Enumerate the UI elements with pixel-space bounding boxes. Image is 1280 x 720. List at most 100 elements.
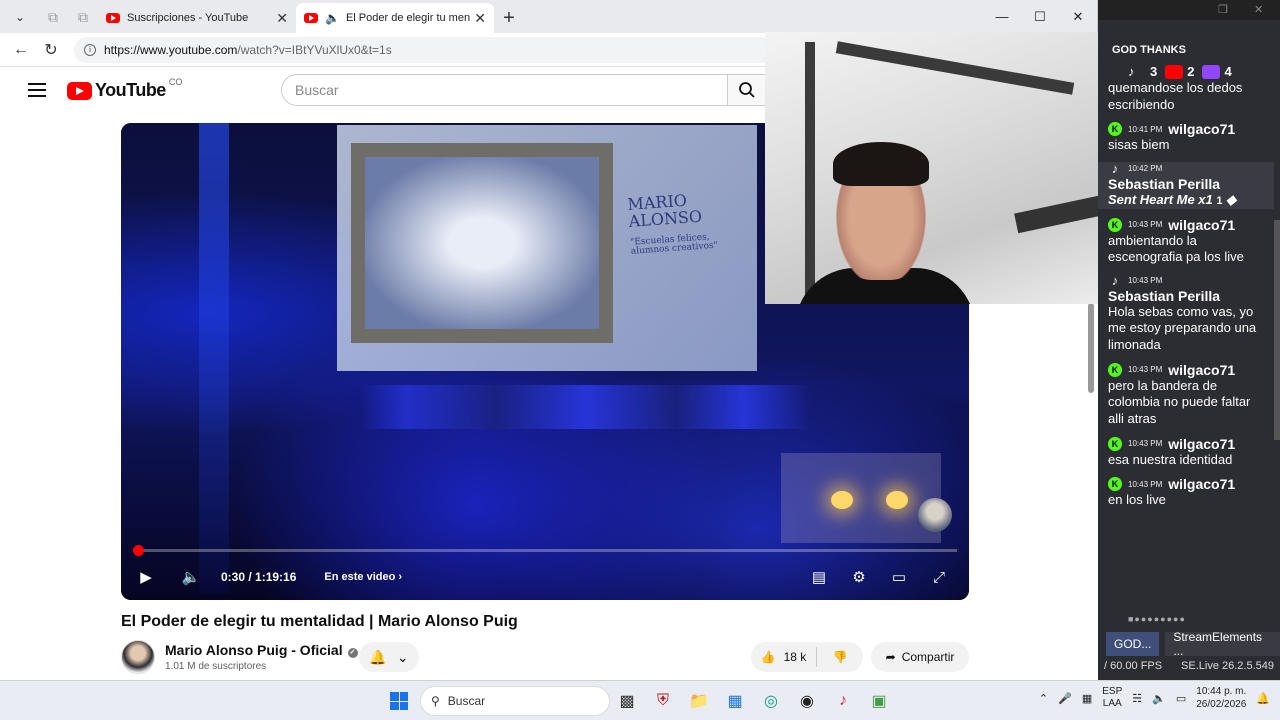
system-tray: ⌃ 🎤 ▦ ESP LAA ☵ 🔈 ▭ 10:44 p. m. 26/02/20… xyxy=(1039,685,1270,711)
tiktok-icon: ♪ xyxy=(1128,64,1135,79)
tab-video[interactable]: 🔈 El Poder de elegir tu mentalida ✕ xyxy=(296,3,494,33)
terminal-app-icon[interactable]: ▩ xyxy=(612,687,642,715)
fullscreen-icon[interactable]: ⤢ xyxy=(925,559,953,595)
hamburger-menu-icon[interactable] xyxy=(28,83,46,97)
kick-icon: K xyxy=(1108,436,1122,451)
youtube-wordmark: YouTube xyxy=(95,80,166,100)
chat-time: 10:43 PM xyxy=(1128,365,1163,375)
platform-viewer-counts: ♪ 3 2 4 xyxy=(1128,64,1232,79)
tab-label: El Poder de elegir tu mentalida xyxy=(345,12,471,24)
tiktok-icon: ♪ xyxy=(1111,161,1119,177)
chat-time: 10:41 PM xyxy=(1128,124,1163,134)
panel-label: GOD THANKS xyxy=(1112,44,1186,56)
gift-count: 1 xyxy=(1216,194,1223,207)
edge-browser-icon[interactable]: ◎ xyxy=(756,687,786,715)
subscription-bell-button[interactable]: 🔔 ⌄ xyxy=(359,642,419,672)
kick-icon: K xyxy=(1108,122,1122,137)
status-bar: / 60.00 FPS SE.Live 26.2.5.549 xyxy=(1098,660,1280,680)
windows-start-icon[interactable] xyxy=(390,692,408,710)
share-button[interactable]: ➦ Compartir xyxy=(871,642,969,672)
reload-icon[interactable]: ↻ xyxy=(36,35,66,65)
search-button[interactable] xyxy=(727,74,767,106)
youtube-favicon-icon xyxy=(304,13,318,23)
search-input[interactable]: Buscar xyxy=(281,74,728,106)
clock[interactable]: 10:44 p. m. 26/02/2026 xyxy=(1196,685,1246,711)
back-arrow-icon[interactable]: ← xyxy=(6,35,36,65)
stream-app-icon[interactable]: ▣ xyxy=(864,687,894,715)
youtube-logo[interactable]: YouTube CO xyxy=(67,77,182,101)
close-window-icon[interactable]: ✕ xyxy=(1059,0,1097,33)
language-indicator[interactable]: ESP LAA xyxy=(1102,686,1122,710)
dock-tab-streamelements[interactable]: StreamElements ... xyxy=(1165,630,1280,658)
person-hair xyxy=(833,142,929,186)
maximize-icon[interactable]: ☐ xyxy=(1021,0,1059,33)
clock-date: 26/02/2026 xyxy=(1196,699,1247,710)
like-count: 18 k xyxy=(783,650,807,664)
pinned-tab-icon[interactable]: ⧉ xyxy=(38,4,68,30)
wifi-icon[interactable]: ☵ xyxy=(1132,692,1142,705)
chapters-label: En este video xyxy=(324,571,396,583)
speaker-icon[interactable]: 🔈 xyxy=(325,11,340,25)
taskbar-search[interactable]: ⚲ Buscar xyxy=(420,686,610,716)
player-controls: ▶ 🔈 0:30 / 1:19:16 En este video › ▤ ⚙ ▭… xyxy=(121,554,969,600)
channel-avatar[interactable] xyxy=(121,640,155,674)
youtube-count: 2 xyxy=(1165,64,1194,79)
stage-table xyxy=(781,453,941,543)
like-button[interactable]: 👍 18 k xyxy=(751,647,817,667)
panel-restore-icon[interactable]: ❐ xyxy=(1218,3,1228,16)
chat-user: Sebastian Perilla xyxy=(1108,175,1221,192)
chapters-button[interactable]: En este video › xyxy=(324,571,402,583)
tab-subscriptions[interactable]: Suscripciones - YouTube ✕ xyxy=(98,3,296,33)
panel-close-icon[interactable]: ✕ xyxy=(1254,3,1263,16)
chat-user: wilgaco71 xyxy=(1168,435,1236,452)
volume-icon[interactable]: 🔈 xyxy=(171,559,211,595)
progress-bar[interactable] xyxy=(133,545,957,556)
emoji-bar-icon[interactable]: ■●●●●●●●● xyxy=(1128,614,1186,624)
panel-scrollbar[interactable] xyxy=(1274,220,1280,440)
settings-gear-icon[interactable]: ⚙ xyxy=(845,559,873,595)
chat-message-gift: ♪ 10:42 PM Sebastian Perilla Sent Heart M… xyxy=(1098,161,1274,209)
volume-tray-icon[interactable]: 🔈 xyxy=(1152,692,1166,705)
chat-message: K 10:43 PM wilgaco71 en los live xyxy=(1108,476,1264,509)
chat-text: ambientando la escenografia pa los live xyxy=(1108,232,1244,265)
url-field[interactable]: i https://www.youtube.com/watch?v=IBtYVu… xyxy=(74,36,774,63)
dock-tabs: GOD... StreamElements ... xyxy=(1106,630,1280,658)
kick-icon: K xyxy=(1108,362,1122,377)
channel-watermark-avatar[interactable] xyxy=(918,498,952,532)
twitch-icon xyxy=(1202,64,1221,79)
theater-mode-icon[interactable]: ▭ xyxy=(885,559,913,595)
battery-icon[interactable]: ▭ xyxy=(1176,692,1186,705)
projected-picture-frame xyxy=(351,143,613,343)
dislike-button[interactable]: 👎 xyxy=(817,650,863,664)
chat-text: Hola sebas como vas, yo me estoy prepara… xyxy=(1108,303,1257,352)
page-scrollbar[interactable] xyxy=(1088,303,1094,393)
chat-text: sisas biem xyxy=(1108,137,1170,153)
tab-close-icon[interactable]: ✕ xyxy=(276,10,288,27)
microphone-icon[interactable]: 🎤 xyxy=(1058,692,1072,705)
tiktok-live-app-icon[interactable]: ♪ xyxy=(828,687,858,715)
dock-tab-god[interactable]: GOD... xyxy=(1106,632,1160,656)
site-info-icon[interactable]: i xyxy=(84,43,96,56)
tab-strip: ⌄ ⧉ ⧉ Suscripciones - YouTube ✕ 🔈 El Pod… xyxy=(0,0,1097,33)
channel-name[interactable]: Mario Alonso Puig - Oficial ✓ xyxy=(165,642,358,658)
play-icon[interactable]: ▶ xyxy=(121,559,171,595)
tray-chevron-up-icon[interactable]: ⌃ xyxy=(1039,692,1048,705)
thumbs-down-icon: 👎 xyxy=(832,650,848,664)
minimize-icon[interactable]: — xyxy=(983,0,1021,33)
twitch-count-value: 4 xyxy=(1224,64,1232,79)
tab-close-icon[interactable]: ✕ xyxy=(474,10,486,27)
obs-app-icon[interactable]: ◉ xyxy=(792,687,822,715)
share-label: Compartir xyxy=(901,650,955,664)
network-app-icon[interactable]: ▦ xyxy=(1082,692,1092,705)
twitch-count: 4 xyxy=(1202,64,1232,79)
store-app-icon[interactable]: ▦ xyxy=(720,687,750,715)
notifications-icon[interactable]: 🔔 xyxy=(1256,692,1270,705)
shield-app-icon[interactable]: ⛨ xyxy=(648,687,678,715)
pinned-tab-icon-2[interactable]: ⧉ xyxy=(68,4,98,30)
new-tab-plus-icon[interactable]: + xyxy=(494,3,524,33)
file-explorer-icon[interactable]: 📁 xyxy=(684,687,714,715)
stage-lamp xyxy=(831,491,853,509)
subtitles-icon[interactable]: ▤ xyxy=(805,559,833,595)
stream-chat-panel: ❐ ✕ GOD THANKS ♪ 3 2 4 quemandose los ded… xyxy=(1098,0,1280,680)
tab-search-chevron-icon[interactable]: ⌄ xyxy=(6,4,34,30)
